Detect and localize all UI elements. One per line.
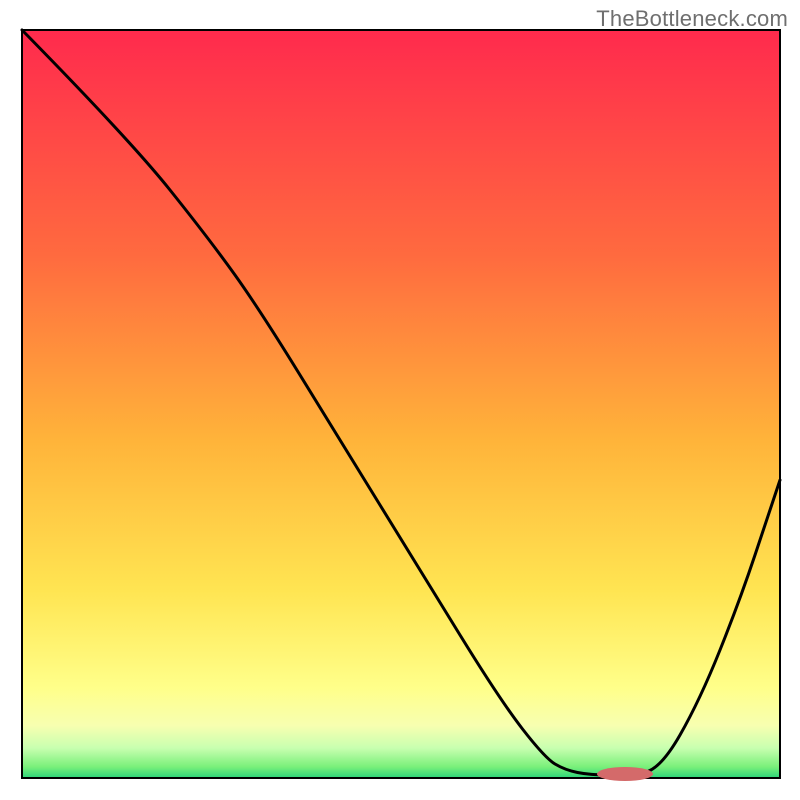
chart-svg [0,0,800,800]
chart-container: TheBottleneck.com [0,0,800,800]
watermark-text: TheBottleneck.com [596,6,788,32]
optimal-marker [597,767,653,781]
plot-background [22,30,780,778]
